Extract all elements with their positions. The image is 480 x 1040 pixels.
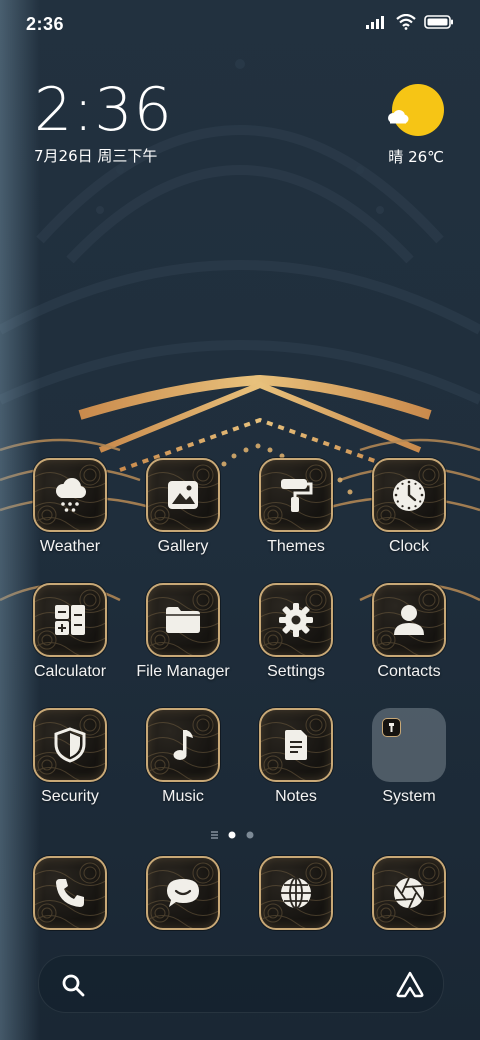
app-icon-tile (33, 583, 107, 657)
folder-mini-icon (382, 718, 401, 737)
app-gallery[interactable]: Gallery (128, 458, 238, 556)
dock-camera[interactable] (354, 856, 464, 930)
app-themes[interactable]: Themes (241, 458, 351, 556)
app-icon-tile (372, 856, 446, 930)
app-label: System (382, 788, 436, 805)
camera-aperture-icon (394, 877, 424, 909)
app-icon-tile (33, 708, 107, 782)
app-icon-tile (146, 708, 220, 782)
app-icon-tile (259, 458, 333, 532)
phone-icon (56, 879, 84, 907)
clock-icon (393, 479, 425, 511)
app-label: Contacts (377, 663, 441, 680)
app-music[interactable]: Music (128, 708, 238, 806)
app-label: Clock (388, 538, 429, 555)
shield-icon (54, 727, 86, 763)
app-label: Security (41, 788, 99, 805)
app-security[interactable]: Security (15, 708, 125, 806)
app-calculator[interactable]: Calculator (15, 583, 125, 681)
app-weather[interactable]: Weather (15, 458, 125, 556)
dock-browser[interactable] (241, 856, 351, 930)
dock-messages[interactable] (128, 856, 238, 930)
app-label: Music (162, 788, 204, 805)
folder-icon (166, 607, 200, 633)
app-notes[interactable]: Notes (241, 708, 351, 806)
calculator-icon (55, 605, 85, 635)
app-label: Calculator (33, 663, 107, 680)
paint-roller-icon (281, 479, 313, 512)
gallery-icon (168, 481, 198, 509)
app-settings[interactable]: Settings (241, 583, 351, 681)
app-label: Weather (39, 538, 101, 555)
app-icon-tile (146, 583, 220, 657)
app-icon-tile (372, 583, 446, 657)
app-label: Notes (275, 788, 317, 805)
app-label: Settings (267, 663, 325, 680)
folder-group-icon (372, 708, 446, 782)
note-icon (285, 730, 307, 760)
app-icon-tile (259, 856, 333, 930)
page-dots (211, 831, 254, 839)
app-clock[interactable]: Clock (354, 458, 464, 556)
app-icon-tile (259, 708, 333, 782)
app-contacts[interactable]: Contacts (354, 583, 464, 681)
music-note-icon (173, 730, 193, 760)
assistant-icon[interactable] (395, 970, 425, 998)
app-icon-tile (372, 458, 446, 532)
search-bar[interactable] (38, 955, 444, 1013)
app-icon-tile (33, 856, 107, 930)
gear-icon (279, 603, 313, 637)
dock-phone[interactable] (15, 856, 125, 930)
page-indicator[interactable] (0, 828, 480, 842)
app-system-folder[interactable]: System (354, 708, 464, 806)
app-label: Gallery (157, 538, 209, 555)
app-file-manager[interactable]: File Manager (128, 583, 238, 681)
search-icon[interactable] (61, 973, 85, 997)
dock (0, 856, 480, 930)
app-label: File Manager (136, 663, 230, 680)
app-icon-tile (259, 583, 333, 657)
message-icon (167, 879, 199, 907)
app-icon-tile (33, 458, 107, 532)
weather-icon (56, 478, 86, 512)
app-label: Themes (267, 538, 325, 555)
globe-icon (281, 877, 311, 909)
contact-icon (394, 605, 424, 635)
app-icon-tile (146, 856, 220, 930)
app-icon-tile (146, 458, 220, 532)
